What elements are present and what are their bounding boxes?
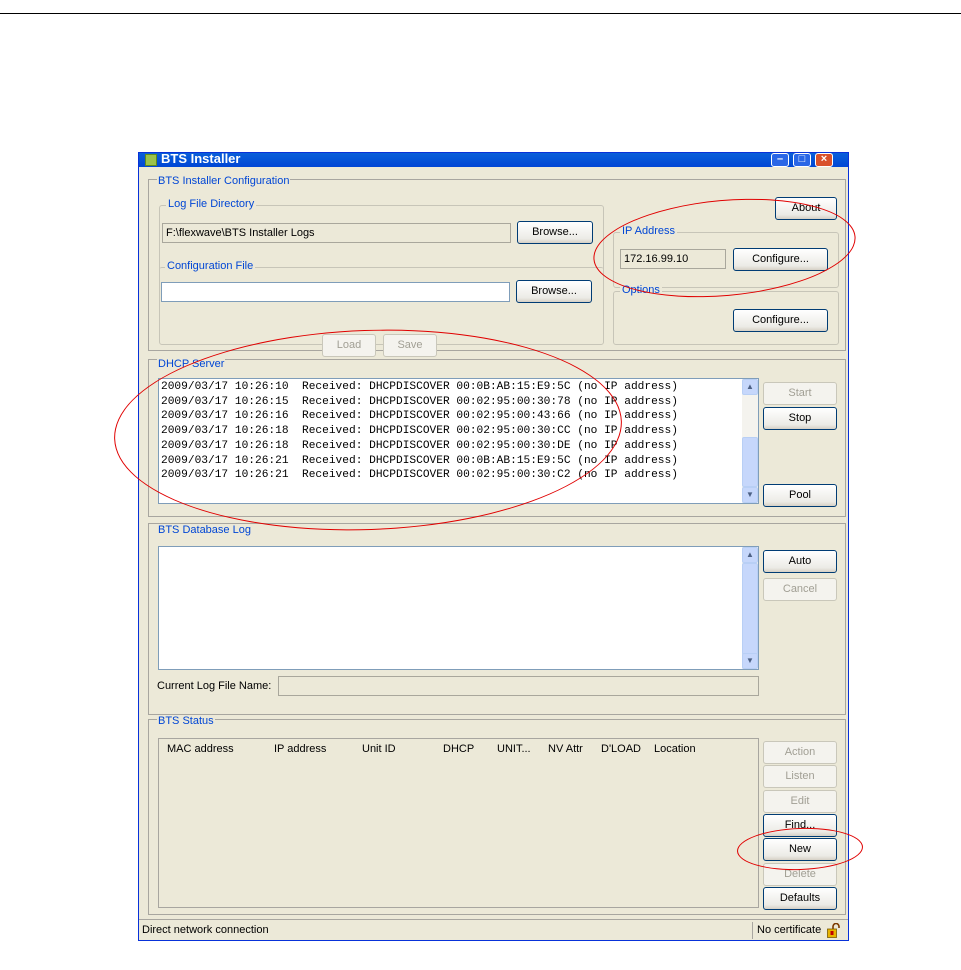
unlocked-padlock-icon[interactable] <box>827 923 840 938</box>
scroll-thumb[interactable] <box>742 437 758 487</box>
col-nv-attr[interactable]: NV Attr <box>548 743 583 755</box>
connection-status: Direct network connection <box>142 924 269 936</box>
dhcp-panel: DHCP Server 2009/03/17 10:26:10 Received… <box>148 358 846 517</box>
find-button[interactable]: Find... <box>763 814 837 837</box>
col-unit-id[interactable]: Unit ID <box>362 743 396 755</box>
about-button[interactable]: About <box>775 197 837 220</box>
dhcp-log-lines: 2009/03/17 10:26:10 Received: DHCPDISCOV… <box>161 380 678 483</box>
options-configure-button[interactable]: Configure... <box>733 309 828 332</box>
start-button[interactable]: Start <box>763 382 837 405</box>
title-bar[interactable]: BTS Installer – □ × <box>139 153 848 167</box>
status-separator <box>752 922 753 939</box>
dhcp-scrollbar[interactable]: ▲ ▼ <box>742 379 758 503</box>
window-title: BTS Installer <box>161 152 241 166</box>
cancel-button[interactable]: Cancel <box>763 578 837 601</box>
options-group: Options Configure... <box>613 284 839 345</box>
dhcp-log-line: 2009/03/17 10:26:10 Received: DHCPDISCOV… <box>161 381 678 393</box>
database-log-scrollbar[interactable]: ▲ ▼ <box>742 547 758 669</box>
current-log-field <box>278 676 759 696</box>
dhcp-log[interactable]: 2009/03/17 10:26:10 Received: DHCPDISCOV… <box>158 378 759 504</box>
status-bar: Direct network connection No certificate <box>139 919 848 940</box>
scroll-down-icon[interactable]: ▼ <box>742 487 758 503</box>
database-log-area[interactable]: ▲ ▼ <box>158 546 759 670</box>
minimize-button[interactable]: – <box>771 153 789 167</box>
certificate-status: No certificate <box>757 924 822 936</box>
app-icon <box>145 154 157 166</box>
dhcp-log-line: 2009/03/17 10:26:18 Received: DHCPDISCOV… <box>161 425 678 438</box>
scroll-up-icon[interactable]: ▲ <box>742 379 758 395</box>
config-panel-title: BTS Installer Configuration <box>157 175 291 188</box>
log-dir-field: F:\flexwave\BTS Installer Logs <box>162 223 511 243</box>
config-file-title: Configuration File <box>165 260 256 273</box>
config-file-group: Configuration File Browse... <box>159 260 604 345</box>
new-button[interactable]: New <box>763 838 837 861</box>
pool-button[interactable]: Pool <box>763 484 837 507</box>
col-dhcp[interactable]: DHCP <box>443 743 474 755</box>
defaults-button[interactable]: Defaults <box>763 887 837 910</box>
listen-button[interactable]: Listen <box>763 765 837 788</box>
database-log-title: BTS Database Log <box>157 524 252 537</box>
auto-button[interactable]: Auto <box>763 550 837 573</box>
col-unit[interactable]: UNIT... <box>497 743 531 755</box>
config-panel: BTS Installer Configuration Log File Dir… <box>148 175 846 357</box>
scroll-up-icon[interactable]: ▲ <box>742 547 758 563</box>
edit-button[interactable]: Edit <box>763 790 837 813</box>
bts-status-title: BTS Status <box>157 715 215 728</box>
delete-button[interactable]: Delete <box>763 863 837 886</box>
col-mac-address[interactable]: MAC address <box>167 743 234 755</box>
bts-status-panel: BTS Status MAC address IP address Unit I… <box>148 715 846 915</box>
config-file-browse-button[interactable]: Browse... <box>516 280 592 303</box>
col-location[interactable]: Location <box>654 743 696 755</box>
bts-installer-window: BTS Installer – □ × BTS Installer Config… <box>138 152 849 941</box>
options-title: Options <box>620 284 662 297</box>
col-download[interactable]: D'LOAD <box>601 743 641 755</box>
ip-address-title: IP Address <box>620 225 677 238</box>
dhcp-panel-title: DHCP Server <box>157 358 226 371</box>
config-file-field[interactable] <box>161 282 510 302</box>
close-button[interactable]: × <box>815 153 833 167</box>
ip-address-field: 172.16.99.10 <box>620 249 726 269</box>
ip-configure-button[interactable]: Configure... <box>733 248 828 271</box>
bts-status-list[interactable]: MAC address IP address Unit ID DHCP UNIT… <box>158 738 759 908</box>
dhcp-log-line: 2009/03/17 10:26:18 Received: DHCPDISCOV… <box>161 439 678 452</box>
log-dir-browse-button[interactable]: Browse... <box>517 221 593 244</box>
current-log-label: Current Log File Name: <box>157 680 272 692</box>
dhcp-log-line: 2009/03/17 10:26:15 Received: DHCPDISCOV… <box>161 395 678 408</box>
dhcp-log-line: 2009/03/17 10:26:21 Received: DHCPDISCOV… <box>161 469 678 482</box>
database-log-panel: BTS Database Log ▲ ▼ Auto Cancel Current… <box>148 523 846 715</box>
page-top-rule <box>0 13 961 14</box>
col-ip-address[interactable]: IP address <box>274 743 326 755</box>
action-button[interactable]: Action <box>763 741 837 764</box>
ip-address-group: IP Address 172.16.99.10 Configure... <box>613 225 839 288</box>
dhcp-log-line: 2009/03/17 10:26:21 Received: DHCPDISCOV… <box>161 454 678 467</box>
scroll-down-icon[interactable]: ▼ <box>742 653 758 669</box>
scroll-thumb[interactable] <box>742 563 758 655</box>
log-dir-title: Log File Directory <box>166 198 257 211</box>
dhcp-log-line: 2009/03/17 10:26:16 Received: DHCPDISCOV… <box>161 410 678 423</box>
maximize-button[interactable]: □ <box>793 153 811 167</box>
stop-button[interactable]: Stop <box>763 407 837 430</box>
